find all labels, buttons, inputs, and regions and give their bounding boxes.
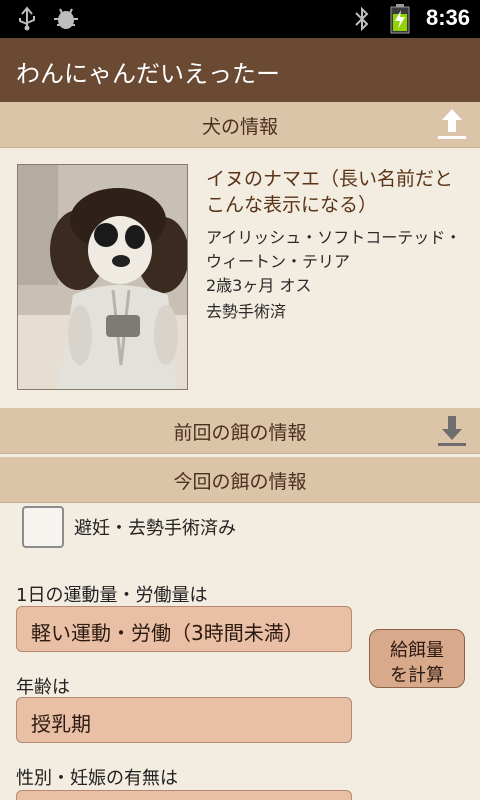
dog-photo [17, 164, 188, 390]
upload-arrow-icon[interactable] [434, 106, 470, 146]
android-debug-icon [52, 6, 80, 36]
activity-dropdown[interactable]: 軽い運動・労働（3時間未満） [16, 606, 352, 652]
activity-dropdown-value: 軽い運動・労働（3時間未満） [31, 621, 304, 645]
dog-name: イヌのナマエ（長い名前だとこんな表示になる） [206, 168, 454, 216]
age-dropdown[interactable]: 授乳期 [16, 697, 352, 743]
age-label: 年齢は [16, 677, 70, 698]
neuter-checkbox-label: 避妊・去勢手術済み [74, 518, 236, 539]
activity-label: 1日の運動量・労働量は [16, 585, 208, 606]
dog-info-header-label: 犬の情報 [201, 116, 278, 138]
status-bar: 8:36 [0, 0, 480, 38]
sex-pregnancy-dropdown[interactable] [16, 790, 352, 800]
current-food-header: 今回の餌の情報 [0, 457, 480, 503]
usb-icon [14, 6, 40, 36]
current-food-header-label: 今回の餌の情報 [173, 471, 307, 493]
clock: 8:36 [425, 5, 470, 30]
dog-breed: アイリッシュ・ソフトコーテッド・ウィートン・テリア [206, 228, 462, 271]
dog-age-sex: 2歳3ヶ月 オス [206, 276, 312, 295]
neuter-checkbox[interactable] [22, 506, 64, 548]
calculate-button-line2: を計算 [390, 665, 444, 686]
previous-food-header-label: 前回の餌の情報 [173, 422, 307, 444]
dog-neuter-status: 去勢手術済 [206, 302, 287, 321]
download-arrow-icon[interactable] [434, 412, 470, 452]
calculate-feed-button[interactable]: 給餌量 を計算 [369, 629, 465, 688]
calculate-button-line1: 給餌量 [390, 640, 444, 661]
sex-pregnancy-label: 性別・妊娠の有無は [16, 768, 178, 789]
battery-charging-icon [390, 4, 410, 38]
app-title: わんにゃんだいえったー [16, 60, 280, 88]
previous-food-header[interactable]: 前回の餌の情報 [0, 408, 480, 454]
dog-info-header[interactable]: 犬の情報 [0, 102, 480, 148]
age-dropdown-value: 授乳期 [31, 712, 91, 736]
app-title-bar: わんにゃんだいえったー [0, 38, 480, 102]
dog-info-panel: イヌのナマエ（長い名前だとこんな表示になる） アイリッシュ・ソフトコーテッド・ウ… [0, 148, 480, 408]
bluetooth-icon [352, 6, 372, 36]
